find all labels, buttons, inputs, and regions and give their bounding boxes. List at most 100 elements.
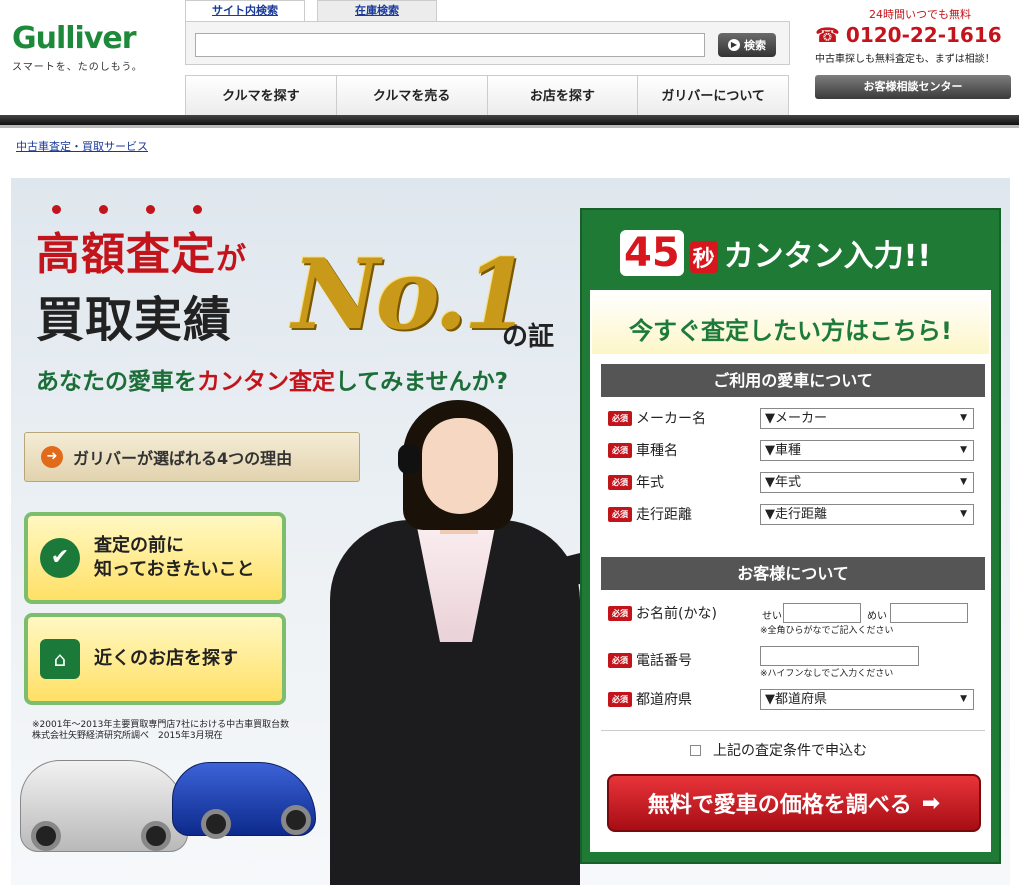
form-title-number: 45 [620, 230, 684, 276]
required-badge: 必須 [608, 506, 632, 522]
phone-hours: 24時間いつでも無料 [869, 8, 971, 21]
footnote-line1: ※2001年〜2013年主要買取専門店7社における中古車買取台数 [32, 720, 290, 730]
section-car-info: ご利用の愛車について [601, 364, 985, 397]
page: Gulliver スマートを、たのしもう。 サイト内検索 在庫検索 ▶ 検索 ク… [0, 0, 1019, 891]
headset-icon [398, 444, 420, 474]
form-title-seconds: 秒 [689, 241, 718, 273]
required-badge: 必須 [608, 652, 632, 668]
wheel [281, 805, 311, 835]
model-label: 車種名 [636, 443, 678, 459]
before-appraisal-button[interactable]: ✔ 査定の前に 知っておきたいこと [24, 512, 286, 604]
name-label: お名前(かな) [636, 606, 717, 622]
search-panel: ▶ 検索 [185, 21, 790, 65]
maker-label: メーカー名 [636, 411, 706, 427]
submit-label: 無料で愛車の価格を調べる [647, 793, 912, 818]
breadcrumb[interactable]: 中古車査定・買取サービス [16, 138, 148, 154]
nav-about[interactable]: ガリバーについて [638, 76, 788, 115]
nav-find-shop[interactable]: お店を探す [487, 76, 639, 115]
model-select[interactable]: ▼車種 [760, 440, 974, 461]
gulliver-logo[interactable]: Gulliver スマートを、たのしもう。 [12, 21, 152, 74]
sei-input[interactable] [783, 603, 861, 623]
wheel [141, 821, 171, 851]
prefecture-row: 必須 都道府県 [608, 689, 692, 709]
reasons-button[interactable]: ➜ ガリバーが選ばれる4つの理由 [24, 432, 360, 482]
operator-face [422, 418, 498, 514]
arrow-right-icon: ➜ [41, 446, 63, 468]
logo-text: Gulliver [12, 21, 137, 56]
form-title-text: カンタン入力!! [723, 239, 932, 274]
shop-icon: ⌂ [40, 639, 80, 679]
name-note: ※全角ひらがなでご記入ください [760, 626, 894, 636]
prefecture-select[interactable]: ▼都道府県 [760, 689, 974, 710]
main-nav: クルマを探す クルマを売る お店を探す ガリバーについて [185, 75, 789, 115]
mei-input[interactable] [890, 603, 968, 623]
required-badge: 必須 [608, 410, 632, 426]
checkmark-icon: ✔ [40, 538, 80, 578]
footnote: ※2001年〜2013年主要買取専門店7社における中古車買取台数 株式会社矢野経… [32, 720, 289, 742]
phone-row: 必須 電話番号 [608, 650, 692, 670]
wheel [201, 809, 231, 839]
no1-suffix: の証 [502, 322, 555, 352]
phone-input-note: ※ハイフンなしでご入力ください [760, 669, 894, 679]
mileage-row: 必須 走行距離 [608, 504, 692, 524]
search-input[interactable] [195, 33, 705, 57]
headline-high-appraisal: 高額査定 [36, 229, 216, 280]
required-badge: 必須 [608, 442, 632, 458]
year-label: 年式 [636, 475, 664, 491]
phone-input[interactable] [760, 646, 919, 666]
arrow-right-icon: ➡ [921, 790, 941, 816]
footnote-line2: 株式会社矢野経済研究所調べ 2015年3月現在 [32, 731, 223, 741]
mileage-label: 走行距離 [636, 507, 692, 523]
tab-site-search[interactable]: サイト内検索 [185, 0, 305, 22]
search-tabs: サイト内検索 在庫検索 [185, 0, 449, 22]
submit-appraisal-button[interactable]: 無料で愛車の価格を調べる ➡ [607, 774, 981, 832]
telephone-icon: ☎ [815, 23, 840, 47]
nav-find-car[interactable]: クルマを探す [186, 76, 337, 115]
phone-note: 中古車探しも無料査定も、まずは相談！ [815, 54, 995, 65]
consult-center-button[interactable]: お客様相談センター [815, 75, 1011, 99]
wheel [31, 821, 61, 851]
header-divider [0, 115, 1019, 125]
search-box: サイト内検索 在庫検索 ▶ 検索 [185, 0, 790, 66]
headline-line1: 高額査定が [36, 218, 247, 282]
headline-particle: が [216, 242, 247, 277]
headline3-part2: カンタン査定 [197, 369, 335, 395]
agree-row: 上記の査定条件で申込む [690, 740, 867, 760]
mileage-select[interactable]: ▼走行距離 [760, 504, 974, 525]
required-badge: 必須 [608, 691, 632, 707]
model-row: 必須 車種名 [608, 440, 678, 460]
reasons-button-label: ガリバーが選ばれる4つの理由 [73, 449, 293, 468]
find-nearby-shop-button[interactable]: ⌂ 近くのお店を探す [24, 613, 286, 705]
search-button-label: 検索 [744, 39, 766, 52]
form-title: 45 秒 カンタン入力!! [620, 230, 931, 276]
required-badge: 必須 [608, 474, 632, 490]
sei-label: せい [762, 611, 782, 622]
maker-row: 必須 メーカー名 [608, 408, 706, 428]
arrow-right-icon: ▶ [728, 39, 740, 51]
phone-number[interactable]: ☎ 0120-22-1616 [815, 23, 1015, 47]
form-divider [601, 730, 985, 731]
emphasis-dots [52, 205, 202, 214]
year-row: 必須 年式 [608, 472, 664, 492]
name-row: 必須 お名前(かな) [608, 603, 717, 623]
tab-stock-search[interactable]: 在庫検索 [317, 0, 437, 22]
phone-number-text: 0120-22-1616 [845, 23, 1002, 47]
find-nearby-shop-label: 近くのお店を探す [94, 648, 238, 669]
headline-line3: あなたの愛車をカンタン査定してみませんか? [36, 362, 508, 396]
no1-badge: No.1 [292, 238, 530, 351]
section-customer-info: お客様について [601, 557, 985, 590]
agree-checkbox[interactable] [690, 744, 701, 756]
headline3-part3: してみませんか? [335, 369, 508, 395]
mei-label: めい [867, 611, 887, 622]
required-badge: 必須 [608, 605, 632, 621]
maker-select[interactable]: ▼メーカー [760, 408, 974, 429]
prefecture-label: 都道府県 [636, 692, 692, 708]
before-appraisal-line1: 査定の前に [94, 535, 184, 556]
logo-tagline: スマートを、たのしもう。 [12, 62, 143, 73]
nav-sell-car[interactable]: クルマを売る [336, 76, 488, 115]
search-button[interactable]: ▶ 検索 [718, 33, 776, 57]
site-header: Gulliver スマートを、たのしもう。 サイト内検索 在庫検索 ▶ 検索 ク… [0, 0, 1019, 118]
headline-line2: 買取実績 [36, 292, 233, 348]
silver-car-image [20, 760, 188, 852]
year-select[interactable]: ▼年式 [760, 472, 974, 493]
